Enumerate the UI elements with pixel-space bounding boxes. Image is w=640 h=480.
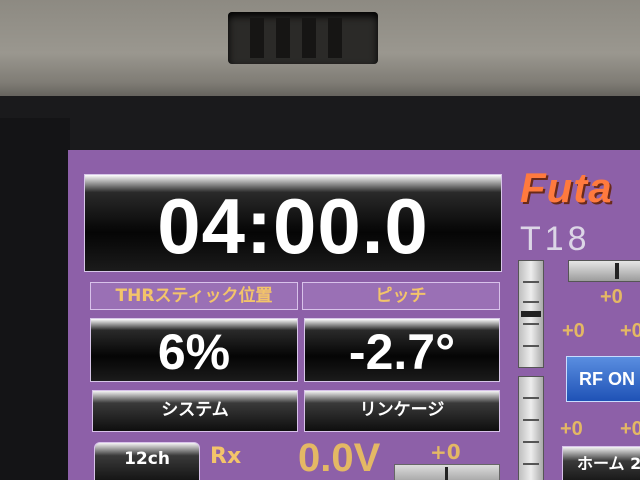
trim-tick bbox=[523, 323, 539, 325]
trim-tick bbox=[523, 345, 539, 347]
system-button[interactable]: システム bbox=[92, 390, 298, 432]
timer-value: 04:00.0 bbox=[157, 182, 429, 270]
trim-tick bbox=[523, 463, 539, 465]
trim-tick bbox=[523, 281, 539, 283]
model-name: T18 bbox=[520, 220, 591, 258]
receiver-voltage: 0.0V bbox=[298, 436, 381, 480]
trim-tick bbox=[523, 441, 539, 443]
channel-mode-button[interactable]: 12ch bbox=[94, 442, 200, 480]
receiver-trim-value: +0 bbox=[430, 440, 461, 464]
vertical-trim-bar bbox=[518, 260, 544, 368]
trim-tick bbox=[523, 301, 539, 303]
pitch-value: -2.7° bbox=[348, 324, 456, 380]
receiver-label: Rx bbox=[210, 444, 242, 469]
rf-on-button[interactable]: RF ON bbox=[566, 356, 640, 402]
horizontal-trim-bar bbox=[568, 260, 640, 282]
trim-value: +0 bbox=[600, 286, 623, 308]
pitch-label: ピッチ bbox=[302, 282, 500, 310]
home-button[interactable]: ホーム 2 bbox=[562, 446, 640, 480]
vent-slot bbox=[302, 18, 316, 58]
horizontal-trim-bar bbox=[394, 464, 500, 480]
trim-center-mark bbox=[615, 263, 619, 279]
lcd-screen: 04:00.0 THRスティック位置 ピッチ 6% -2.7° システム リンケ… bbox=[68, 150, 640, 480]
trim-tick bbox=[523, 419, 539, 421]
brand-logo: Futa bbox=[520, 164, 613, 211]
vent-slot bbox=[276, 18, 290, 58]
throttle-value-display: 6% bbox=[90, 318, 298, 382]
vertical-trim-bar bbox=[518, 376, 544, 480]
trim-value: +0 bbox=[562, 320, 585, 342]
trim-value: +0 bbox=[560, 418, 583, 440]
timer-display[interactable]: 04:00.0 bbox=[84, 174, 502, 272]
linkage-button[interactable]: リンケージ bbox=[304, 390, 500, 432]
throttle-value: 6% bbox=[157, 324, 231, 380]
trim-tick bbox=[523, 397, 539, 399]
case-vent bbox=[228, 12, 378, 64]
throttle-stick-position-label: THRスティック位置 bbox=[90, 282, 298, 310]
trim-center-mark bbox=[521, 311, 541, 317]
vent-slot bbox=[328, 18, 342, 58]
trim-center-mark bbox=[445, 467, 448, 480]
trim-value: +0 bbox=[620, 320, 640, 342]
trim-value: +0 bbox=[620, 418, 640, 440]
vent-slot bbox=[250, 18, 264, 58]
bezel-left-edge bbox=[0, 118, 70, 480]
pitch-value-display: -2.7° bbox=[304, 318, 500, 382]
